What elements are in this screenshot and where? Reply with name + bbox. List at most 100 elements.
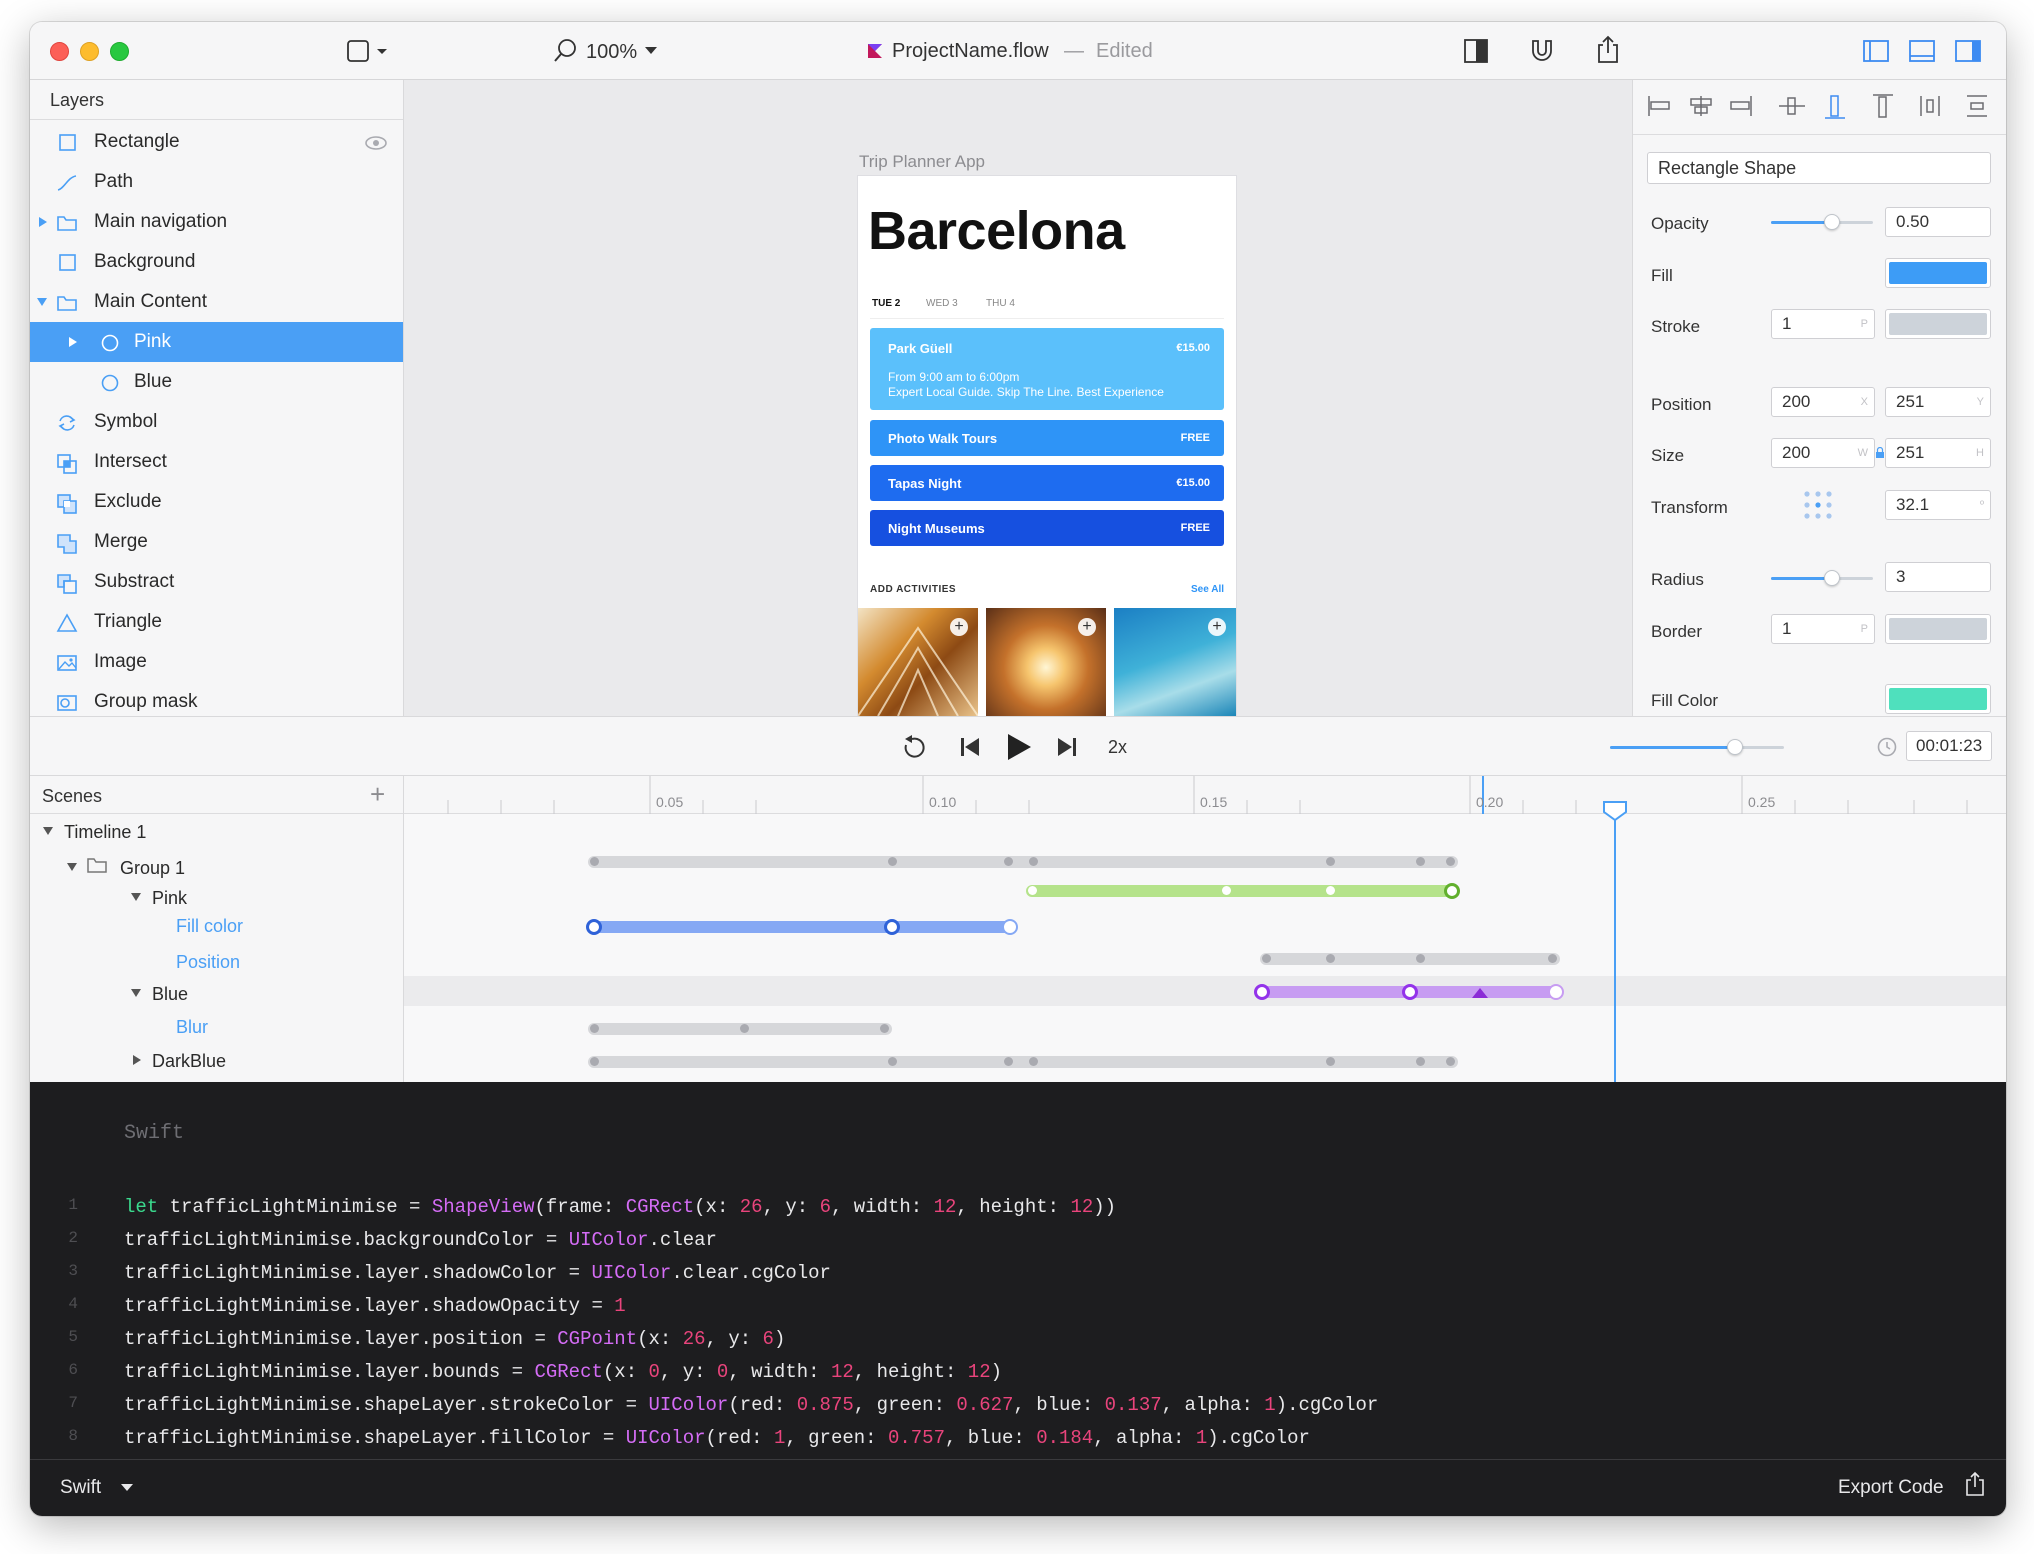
minimise-button[interactable] — [80, 42, 99, 61]
track-bar-fill-color[interactable] — [594, 921, 1012, 933]
keyframe-dot[interactable] — [1222, 886, 1231, 895]
loop-icon[interactable] — [900, 733, 928, 761]
canvas[interactable]: Trip Planner App Barcelona TUE 2 WED 3 T… — [404, 80, 1632, 716]
keyframe-dot[interactable] — [1446, 857, 1455, 866]
timeline-ruler[interactable]: 0.05 0.10 0.15 0.20 0.25 — [404, 776, 2006, 814]
keyframe-dot[interactable] — [1416, 857, 1425, 866]
disclosure-down-icon[interactable] — [130, 892, 142, 902]
keyframe-dot[interactable] — [888, 1057, 897, 1066]
tree-prop-blur[interactable]: Blur — [176, 1017, 208, 1038]
radius-field[interactable]: 3 — [1885, 562, 1991, 592]
disclosure-right-icon[interactable] — [132, 1054, 142, 1066]
position-y-field[interactable]: 251 Y — [1885, 387, 1991, 417]
add-icon[interactable]: + — [1208, 618, 1226, 636]
eye-icon[interactable] — [364, 135, 388, 151]
layer-path[interactable]: Path — [30, 162, 403, 202]
stroke-width-field[interactable]: 1P — [1771, 309, 1875, 339]
keyframe-dot[interactable] — [590, 857, 599, 866]
time-field[interactable]: 00:01:23 — [1906, 731, 1992, 761]
layer-merge[interactable]: Merge — [30, 522, 403, 562]
layer-rectangle[interactable]: Rectangle — [30, 122, 403, 162]
skip-forward-icon[interactable] — [1056, 736, 1078, 758]
disclosure-down-icon[interactable] — [36, 297, 48, 307]
keyframe-dot[interactable] — [1028, 886, 1037, 895]
border-width-field[interactable]: 1P — [1771, 614, 1875, 644]
stroke-color-swatch[interactable] — [1885, 309, 1991, 339]
keyframe-dot[interactable] — [1326, 857, 1335, 866]
skip-back-icon[interactable] — [959, 736, 981, 758]
disclosure-down-icon[interactable] — [66, 862, 78, 872]
toggle-bottom-panel-button[interactable] — [1908, 37, 1936, 70]
export-code-button[interactable]: Export Code — [1838, 1471, 1988, 1505]
tree-prop-fill-color[interactable]: Fill color — [176, 916, 243, 937]
keyframe-dot[interactable] — [1416, 1057, 1425, 1066]
keyframe-dot[interactable] — [590, 1057, 599, 1066]
opacity-slider-knob[interactable] — [1824, 214, 1840, 230]
layer-symbol[interactable]: Symbol — [30, 402, 403, 442]
layer-substract[interactable]: Substract — [30, 562, 403, 602]
keyframe-dot[interactable] — [740, 1024, 749, 1033]
keyframe-dot[interactable] — [1029, 1057, 1038, 1066]
activity-thumbnail-beach[interactable]: + — [1114, 608, 1236, 716]
keyframe-ring[interactable] — [1002, 919, 1018, 935]
zoom-button[interactable] — [110, 42, 129, 61]
keyframe-dot[interactable] — [1004, 857, 1013, 866]
track-bar-pink[interactable] — [1026, 885, 1458, 897]
layer-pink[interactable]: Pink — [30, 322, 403, 362]
playhead-handle-icon[interactable] — [1602, 800, 1628, 822]
position-x-field[interactable]: 200 X — [1771, 387, 1875, 417]
keyframe-dot[interactable] — [1326, 954, 1335, 963]
keyframe-dot[interactable] — [590, 1024, 599, 1033]
play-icon[interactable] — [1005, 732, 1033, 762]
disclosure-right-icon[interactable] — [38, 216, 48, 228]
activity-card-photo-walk[interactable]: Photo Walk Tours FREE — [870, 420, 1224, 456]
disclosure-down-icon[interactable] — [42, 826, 54, 836]
keyframe-dot[interactable] — [1262, 954, 1271, 963]
size-width-field[interactable]: 200 W — [1771, 438, 1875, 468]
toggle-left-panel-button[interactable] — [1862, 37, 1890, 70]
playhead-line[interactable] — [1614, 814, 1616, 1082]
fill-color-swatch[interactable] — [1885, 258, 1991, 288]
toggle-inspector-button[interactable] — [1462, 37, 1490, 70]
keyframe-dot[interactable] — [1548, 954, 1557, 963]
activity-card-night-museums[interactable]: Night Museums FREE — [870, 510, 1224, 546]
lock-icon[interactable] — [1875, 447, 1885, 459]
opacity-field[interactable]: 0.50 — [1885, 207, 1991, 237]
size-height-field[interactable]: 251 H — [1885, 438, 1991, 468]
keyframe-dot[interactable] — [1416, 954, 1425, 963]
keyframe-dot[interactable] — [1446, 1057, 1455, 1066]
snap-button[interactable] — [1528, 37, 1556, 70]
toggle-right-panel-button[interactable] — [1954, 37, 1982, 70]
keyframe-ring[interactable] — [884, 919, 900, 935]
keyframe-ring[interactable] — [586, 919, 602, 935]
activity-card-park-guell[interactable]: Park Güell €15.00 From 9:00 am to 6:00pm… — [870, 328, 1224, 410]
disclosure-down-icon[interactable] — [130, 988, 142, 998]
disclosure-right-icon[interactable] — [68, 336, 78, 348]
day-tab-thu[interactable]: THU 4 — [986, 298, 1015, 309]
layer-blue[interactable]: Blue — [30, 362, 403, 402]
keyframe-dot[interactable] — [1029, 857, 1038, 866]
share-button[interactable] — [1594, 35, 1622, 70]
layer-main-navigation[interactable]: Main navigation — [30, 202, 403, 242]
artboard-trip-planner[interactable]: Barcelona TUE 2 WED 3 THU 4 Park Güell €… — [858, 176, 1236, 716]
layer-main-content[interactable]: Main Content — [30, 282, 403, 322]
fill-color-swatch-2[interactable] — [1885, 684, 1991, 714]
day-tab-tue[interactable]: TUE 2 — [872, 298, 900, 309]
day-tab-wed[interactable]: WED 3 — [926, 298, 958, 309]
keyframe-dot[interactable] — [880, 1024, 889, 1033]
add-icon[interactable]: + — [950, 618, 968, 636]
keyframe-ring[interactable] — [1254, 984, 1270, 1000]
add-scene-button[interactable]: + — [370, 779, 385, 810]
border-color-swatch[interactable] — [1885, 614, 1991, 644]
keyframe-dot[interactable] — [1326, 1057, 1335, 1066]
radius-slider-knob[interactable] — [1824, 570, 1840, 586]
layer-intersect[interactable]: Intersect — [30, 442, 403, 482]
tree-prop-position[interactable]: Position — [176, 952, 240, 973]
activity-card-tapas-night[interactable]: Tapas Night €15.00 — [870, 465, 1224, 501]
timeline-tracks[interactable]: 0.05 0.10 0.15 0.20 0.25 — [404, 776, 2006, 1082]
playback-speed[interactable]: 2x — [1108, 737, 1127, 758]
layer-triangle[interactable]: Triangle — [30, 602, 403, 642]
keyframe-dot[interactable] — [1326, 886, 1335, 895]
layer-background[interactable]: Background — [30, 242, 403, 282]
close-button[interactable] — [50, 42, 69, 61]
